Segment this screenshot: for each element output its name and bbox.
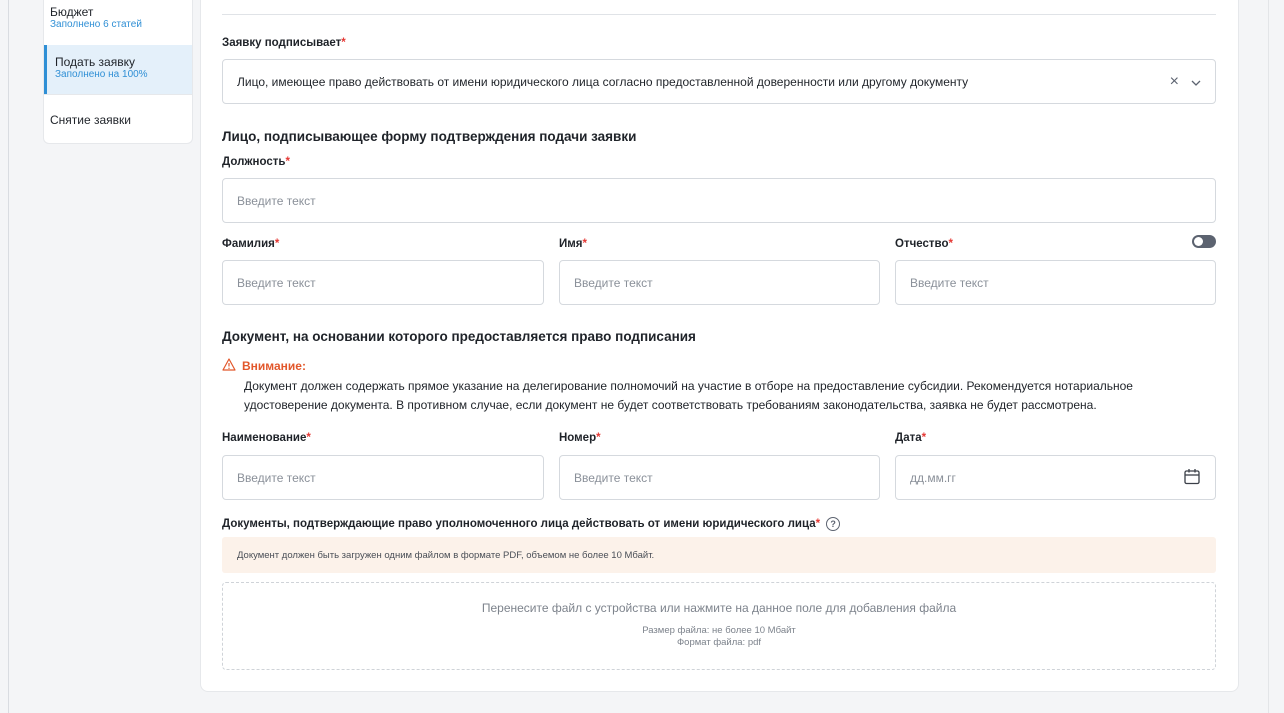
signer-select[interactable]: Лицо, имеющее право действовать от имени… xyxy=(222,59,1216,104)
surname-input[interactable]: Введите текст xyxy=(222,260,544,305)
doc-name-placeholder: Введите текст xyxy=(237,470,316,485)
sidebar-item-status: Заполнено на 100% xyxy=(55,69,148,80)
name-input-placeholder: Введите текст xyxy=(574,275,653,290)
sidebar-item-status: Заполнено 6 статей xyxy=(50,19,142,30)
patronymic-label: Отчество* xyxy=(895,238,953,250)
doc-name-input[interactable]: Введите текст xyxy=(222,455,544,500)
top-divider xyxy=(222,14,1216,15)
surname-input-placeholder: Введите текст xyxy=(237,275,316,290)
warning-text-line-1: Документ должен содержать прямое указани… xyxy=(244,379,1133,393)
sidebar-item-label: Подать заявку xyxy=(55,55,135,69)
dropzone-text: Перенесите файл с устройства или нажмите… xyxy=(481,601,957,615)
patronymic-toggle[interactable] xyxy=(1192,235,1216,248)
upload-notice: Документ должен быть загружен одним файл… xyxy=(222,537,1216,573)
position-input[interactable]: Введите текст xyxy=(222,178,1216,223)
patronymic-input[interactable]: Введите текст xyxy=(895,260,1216,305)
doc-number-input[interactable]: Введите текст xyxy=(559,455,880,500)
file-dropzone[interactable]: Перенесите файл с устройства или нажмите… xyxy=(222,582,1216,670)
name-label: Имя* xyxy=(559,238,587,250)
required-mark: * xyxy=(596,432,601,444)
right-border xyxy=(1268,0,1269,713)
required-mark: * xyxy=(815,518,821,531)
required-mark: * xyxy=(285,156,290,168)
required-mark: * xyxy=(341,37,346,49)
left-border xyxy=(8,0,9,713)
required-mark: * xyxy=(274,238,280,250)
clear-icon[interactable]: × xyxy=(1170,73,1179,91)
dropzone-size-hint: Размер файла: не более 10 Мбайт xyxy=(642,625,796,636)
doc-date-placeholder: дд.мм.гг xyxy=(910,470,956,485)
position-label: Должность* xyxy=(222,156,290,168)
sidebar-item-withdraw[interactable]: Снятие заявки xyxy=(44,95,192,143)
name-input[interactable]: Введите текст xyxy=(559,260,880,305)
sidebar-item-submit[interactable]: Подать заявку Заполнено на 100% xyxy=(44,45,192,94)
chevron-down-icon[interactable] xyxy=(1191,74,1201,89)
sidebar-item-label: Снятие заявки xyxy=(50,113,131,127)
warning-title: Внимание: xyxy=(222,358,306,374)
signer-label: Заявку подписывает* xyxy=(222,37,346,49)
warning-icon xyxy=(222,358,236,374)
person-section-title: Лицо, подписывающее форму подтверждения … xyxy=(222,129,637,144)
position-input-placeholder: Введите текст xyxy=(237,193,316,208)
help-icon[interactable]: ? xyxy=(826,517,841,531)
doc-date-input[interactable]: дд.мм.гг xyxy=(895,455,1216,500)
upload-notice-text: Документ должен быть загружен одним файл… xyxy=(237,549,655,561)
sidebar-item-label: Бюджет xyxy=(50,5,94,19)
toggle-knob xyxy=(1194,237,1203,246)
dropzone-format-hint: Формат файла: pdf xyxy=(676,637,762,648)
doc-number-placeholder: Введите текст xyxy=(574,470,653,485)
doc-number-label: Номер* xyxy=(559,432,601,444)
doc-date-label: Дата* xyxy=(895,432,927,444)
doc-name-label: Наименование* xyxy=(222,432,311,444)
calendar-icon[interactable] xyxy=(1183,467,1201,488)
warning-text-line-2: удостоверение документа. В противном слу… xyxy=(244,398,1097,412)
document-section-title: Документ, на основании которого предоста… xyxy=(222,329,696,344)
surname-label: Фамилия* xyxy=(222,238,280,250)
sidebar: Бюджет Заполнено 6 статей Подать заявку … xyxy=(43,0,193,144)
required-mark: * xyxy=(582,238,587,250)
upload-label: Документы, подтверждающие право уполномо… xyxy=(222,517,841,531)
signer-select-value: Лицо, имеющее право действовать от имени… xyxy=(237,74,969,89)
required-mark: * xyxy=(948,238,953,250)
required-mark: * xyxy=(306,432,311,444)
required-mark: * xyxy=(921,432,927,444)
sidebar-item-budget[interactable]: Бюджет Заполнено 6 статей xyxy=(44,0,192,44)
patronymic-input-placeholder: Введите текст xyxy=(910,275,989,290)
